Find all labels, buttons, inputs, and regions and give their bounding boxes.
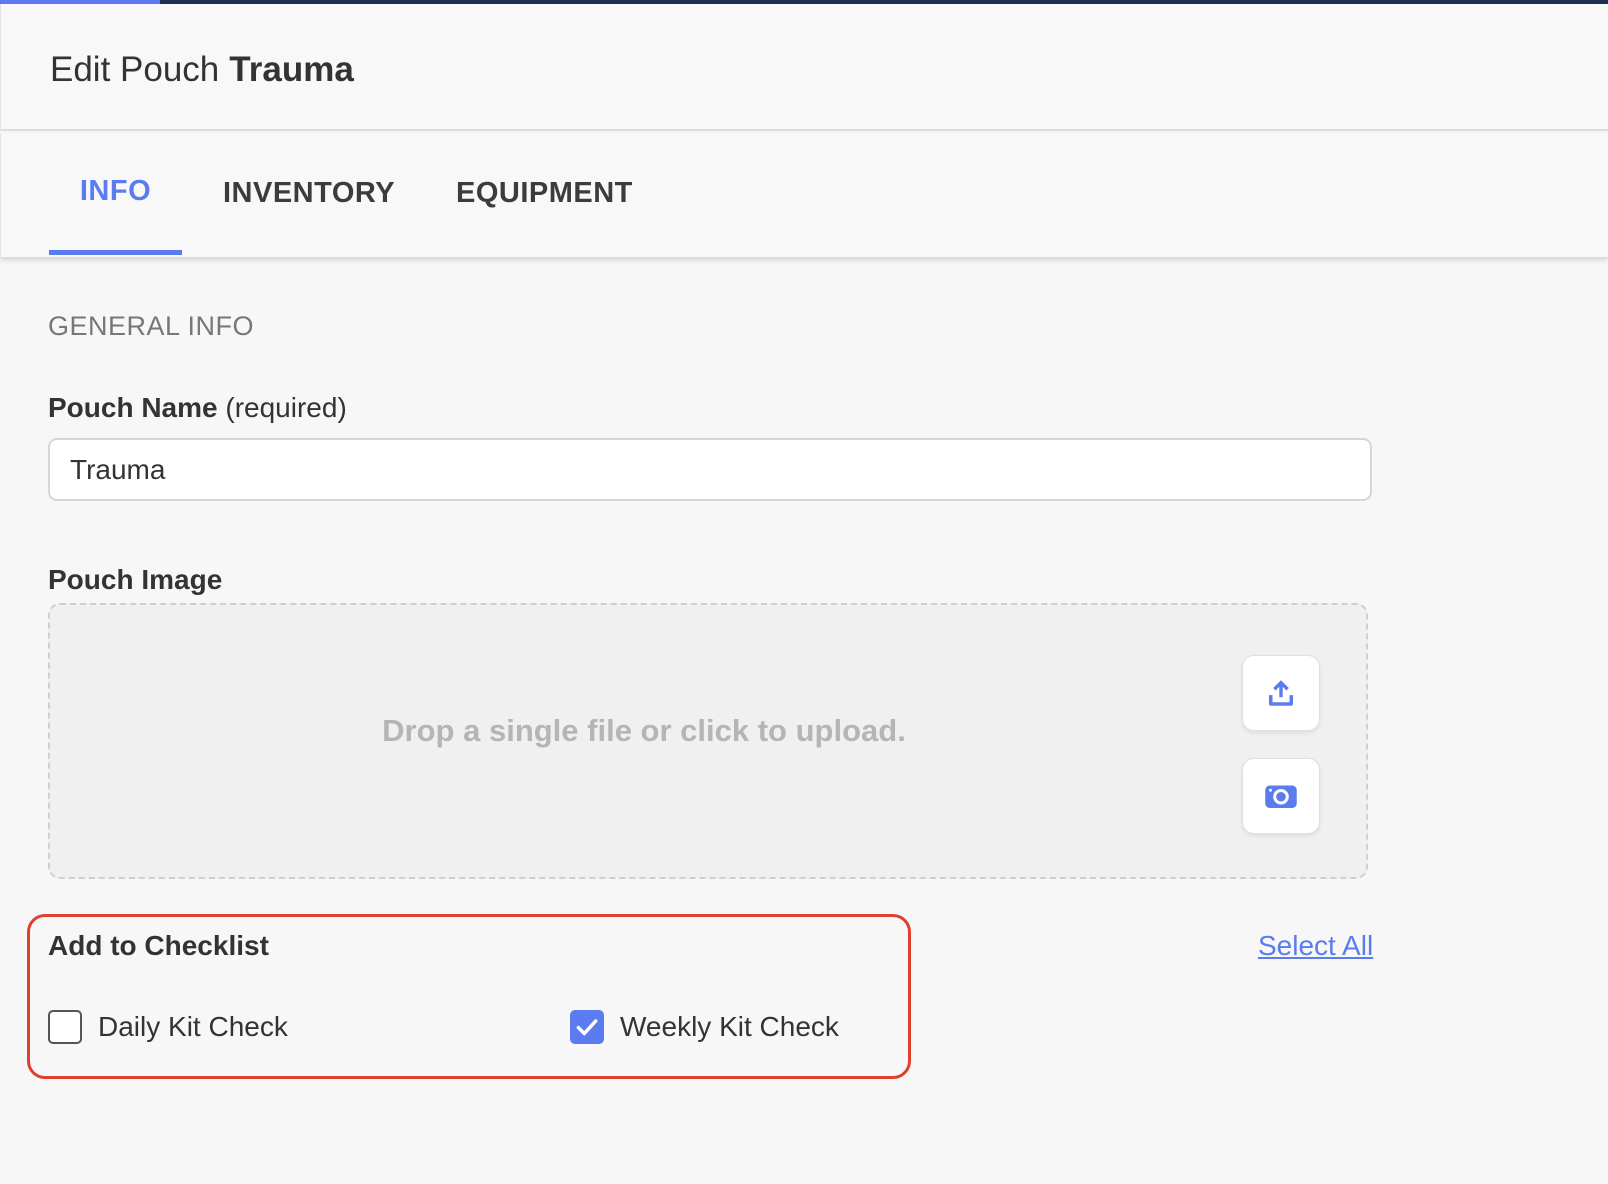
tab-equipment-label: EQUIPMENT [456, 177, 633, 209]
checklist-title: Add to Checklist [48, 930, 269, 961]
tab-inventory[interactable]: INVENTORY [223, 177, 395, 257]
checkmark-icon [576, 1019, 598, 1036]
page-header: Edit Pouch Trauma [0, 4, 1608, 131]
camera-icon [1265, 785, 1297, 808]
daily-kit-check-checkbox[interactable] [48, 1010, 82, 1044]
tab-bar: INFO INVENTORY EQUIPMENT [0, 133, 1608, 257]
daily-kit-check-label: Daily Kit Check [98, 1011, 288, 1042]
active-tab-indicator [49, 250, 182, 255]
pouch-name-label: Pouch Name (required) [48, 392, 347, 424]
tab-info[interactable]: INFO [49, 175, 182, 255]
checklist-item-daily[interactable]: Daily Kit Check [48, 1009, 288, 1045]
pouch-name-label-text: Pouch Name [48, 392, 218, 423]
weekly-kit-check-checkbox[interactable] [570, 1010, 604, 1044]
dropzone-prompt: Drop a single file or click to upload. [382, 713, 906, 748]
pouch-name-input[interactable] [48, 438, 1372, 501]
image-dropzone[interactable]: Drop a single file or click to upload. [48, 603, 1368, 879]
page-title: Edit Pouch Trauma [50, 50, 354, 90]
page-title-entity: Trauma [229, 50, 354, 89]
upload-icon [1268, 680, 1294, 706]
pouch-image-label: Pouch Image [48, 564, 223, 595]
tab-inventory-label: INVENTORY [223, 177, 396, 209]
camera-button[interactable] [1242, 758, 1320, 834]
checklist-item-weekly[interactable]: Weekly Kit Check [570, 1009, 839, 1045]
tab-equipment[interactable]: EQUIPMENT [456, 177, 633, 257]
upload-button[interactable] [1242, 655, 1320, 731]
weekly-kit-check-label: Weekly Kit Check [620, 1011, 839, 1042]
page-title-prefix: Edit Pouch [50, 50, 220, 89]
required-qualifier: (required) [225, 392, 347, 423]
tab-info-label: INFO [79, 175, 152, 207]
general-info-heading: GENERAL INFO [48, 311, 255, 341]
select-all-link[interactable]: Select All [1258, 930, 1373, 962]
